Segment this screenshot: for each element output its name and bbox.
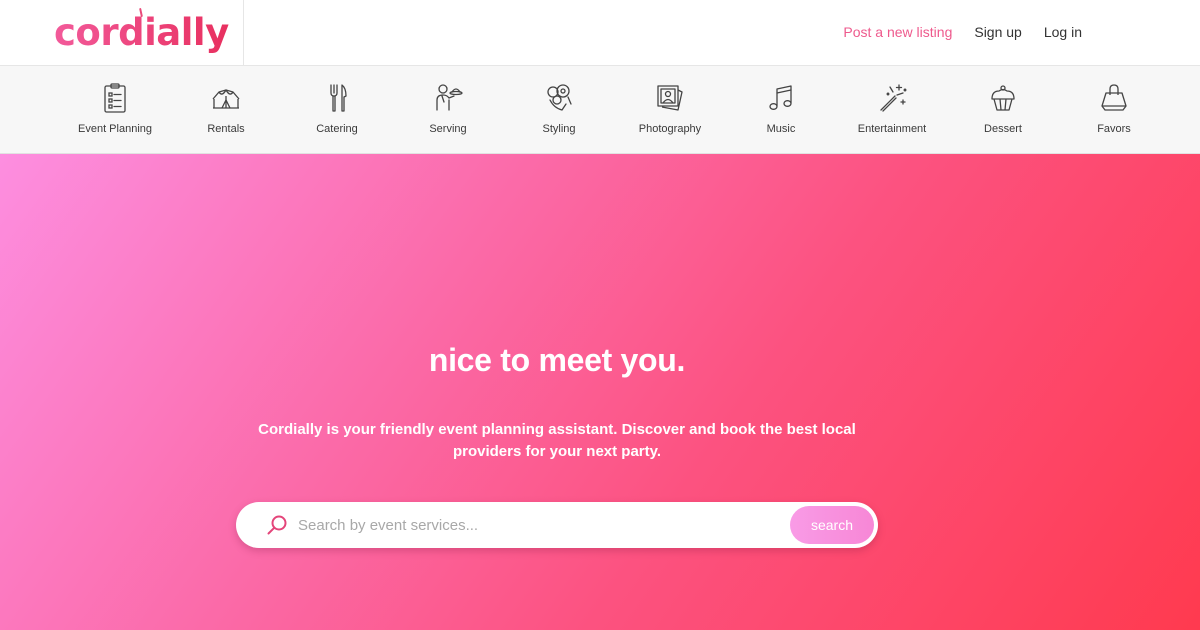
brand-logo[interactable]: cordially	[54, 11, 229, 54]
top-nav: Post a new listing Sign up Log in	[843, 23, 1082, 41]
category-serving[interactable]: Serving	[393, 66, 503, 154]
category-catering[interactable]: Catering	[282, 66, 392, 154]
category-label: Serving	[429, 123, 467, 135]
post-listing-link[interactable]: Post a new listing	[843, 23, 952, 41]
search-button[interactable]: search	[790, 506, 874, 544]
top-header: cordially Post a new listing Sign up Log…	[0, 0, 1200, 66]
category-label: Entertainment	[857, 123, 927, 135]
fork-knife-icon	[322, 82, 352, 114]
category-label: Music	[766, 123, 796, 135]
category-entertainment[interactable]: Entertainment	[837, 66, 947, 154]
category-label: Rentals	[207, 123, 245, 135]
music-note-icon	[766, 82, 796, 114]
search-input[interactable]	[298, 510, 778, 540]
search-icon	[266, 514, 288, 536]
category-bar: Event Planning Rentals Catering Serving …	[0, 66, 1200, 154]
category-photography[interactable]: Photography	[615, 66, 725, 154]
logo-cell: cordially	[0, 0, 244, 66]
category-label: Catering	[316, 123, 358, 135]
category-label: Dessert	[984, 123, 1022, 135]
category-rentals[interactable]: Rentals	[171, 66, 281, 154]
clipboard-checklist-icon	[100, 82, 130, 114]
waiter-tray-icon	[433, 82, 463, 114]
flower-bouquet-icon	[544, 82, 574, 114]
category-label: Favors	[1097, 123, 1131, 135]
category-dessert[interactable]: Dessert	[948, 66, 1058, 154]
category-music[interactable]: Music	[726, 66, 836, 154]
category-label: Event Planning	[78, 123, 152, 135]
sign-up-link[interactable]: Sign up	[974, 23, 1021, 41]
log-in-link[interactable]: Log in	[1044, 23, 1082, 41]
hero-section: nice to meet you. Cordially is your frie…	[0, 154, 1200, 630]
category-favors[interactable]: Favors	[1059, 66, 1169, 154]
magic-wand-icon	[877, 82, 907, 114]
tent-icon	[211, 82, 241, 114]
category-label: Photography	[638, 123, 702, 135]
gift-bag-icon	[1099, 82, 1129, 114]
cupcake-icon	[988, 82, 1018, 114]
hero-subtext: Cordially is your friendly event plannin…	[258, 421, 856, 460]
category-label: Styling	[542, 123, 576, 135]
search-bar: search	[236, 502, 878, 548]
hero-headline: nice to meet you.	[428, 342, 686, 378]
photo-stack-icon	[655, 82, 685, 114]
category-styling[interactable]: Styling	[504, 66, 614, 154]
category-event-planning[interactable]: Event Planning	[60, 66, 170, 154]
